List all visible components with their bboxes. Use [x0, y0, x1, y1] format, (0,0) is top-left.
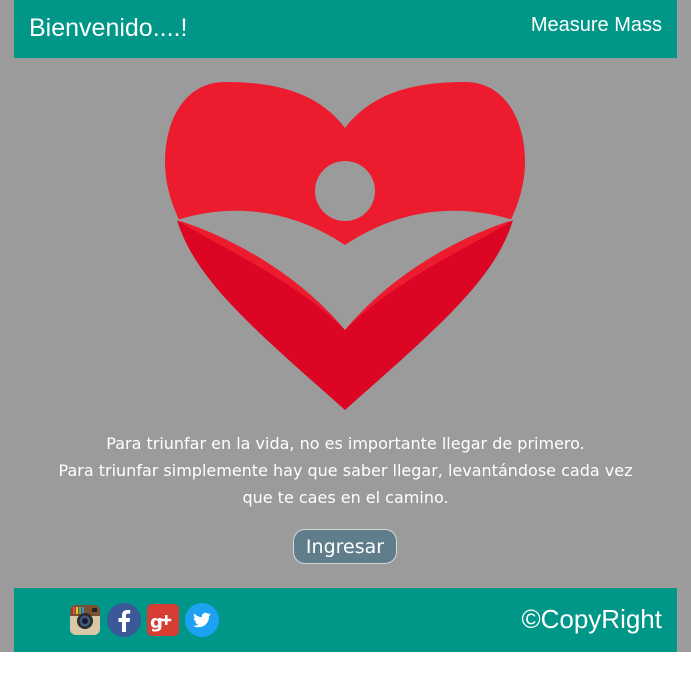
quote-line-3: que te caes en el camino.: [242, 488, 449, 507]
page-bottom-margin: [0, 652, 691, 674]
quote-line-2: Para triunfar simplemente hay que saber …: [58, 461, 633, 480]
brand-name[interactable]: Measure Mass: [531, 14, 662, 37]
top-bar: Bienvenido....! Measure Mass: [14, 0, 677, 58]
heart-logo: [165, 80, 525, 412]
enter-button[interactable]: Ingresar: [293, 529, 397, 564]
google-plus-icon[interactable]: g: [146, 603, 180, 637]
motivational-quote: Para triunfar en la vida, no es importan…: [14, 430, 677, 511]
svg-text:g: g: [150, 612, 163, 633]
instagram-icon[interactable]: [68, 603, 102, 637]
footer-bar: g ©CopyRight: [14, 588, 677, 652]
copyright-text: ©CopyRight: [521, 604, 662, 634]
heart-person-logo-icon: [165, 82, 525, 410]
facebook-icon[interactable]: [107, 603, 141, 637]
quote-line-1: Para triunfar en la vida, no es importan…: [106, 434, 585, 453]
twitter-icon[interactable]: [185, 603, 219, 637]
social-links: g: [68, 603, 219, 637]
welcome-title: Bienvenido....!: [29, 14, 188, 42]
